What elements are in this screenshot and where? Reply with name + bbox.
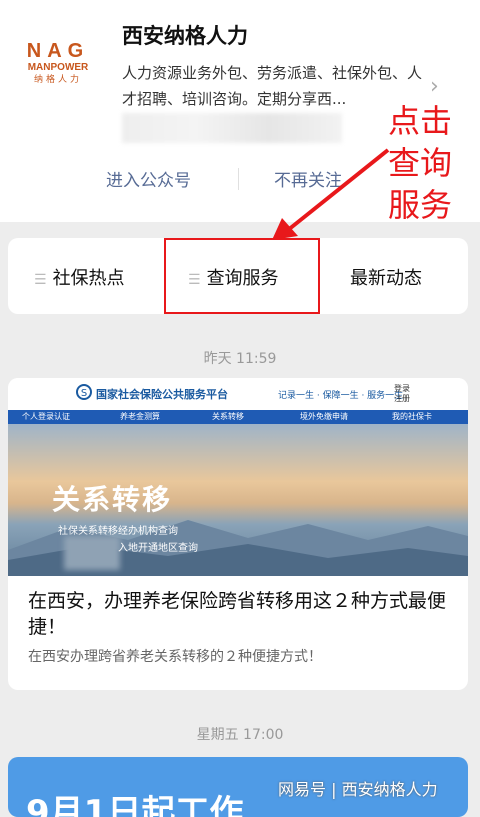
logo-letters: NAG [26, 40, 90, 62]
divider [238, 168, 239, 190]
cover-nav-item: 我的社保卡 [392, 412, 432, 421]
menu-item-label: 最新动态 [350, 268, 422, 289]
cover-nav-item: 境外免缴申请 [300, 412, 348, 421]
article-card[interactable]: S 国家社会保险公共服务平台 记录一生 · 保障一生 · 服务一生 登录 注册 … [8, 378, 468, 690]
chevron-right-icon[interactable]: › [430, 74, 439, 99]
menu-item-latest-news[interactable]: 最新动态 [350, 264, 422, 290]
unfollow-button[interactable]: 不再关注 [274, 166, 342, 191]
annotation-text: 点击查询服务 [388, 102, 453, 224]
blurred-region [64, 536, 120, 570]
logo-cn: 纳格人力 [33, 75, 82, 85]
cover-line2: 入地开通地区查询 [118, 543, 198, 554]
logo-sub: MANPOWER [27, 62, 89, 73]
highlight-box [164, 238, 320, 314]
cover-header: S 国家社会保险公共服务平台 记录一生 · 保障一生 · 服务一生 登录 注册 [8, 378, 468, 410]
article-subtitle: 在西安办理跨省养老关系转移的２种便捷方式！ [28, 649, 322, 665]
platform-logo-icon: S [76, 384, 92, 400]
account-description[interactable]: 人力资源业务外包、劳务派遣、社保外包、人才招聘、培训咨询。定期分享西... [122, 60, 422, 112]
timestamp: 昨天 11:59 [203, 351, 277, 367]
article-cover[interactable]: S 国家社会保险公共服务平台 记录一生 · 保障一生 · 服务一生 登录 注册 … [8, 378, 468, 576]
blurred-info [122, 113, 342, 143]
watermark: 网易号 | 西安纳格人力 [278, 780, 438, 799]
menu-item-hot-topics[interactable]: ☰ 社保热点 [34, 264, 125, 290]
article-title[interactable]: 在西安，办理养老保险跨省转移用这２种方式最便捷！ [28, 588, 448, 640]
menu-item-label: 社保热点 [52, 268, 125, 289]
cover-logo-text: 国家社会保险公共服务平台 [96, 388, 228, 401]
cover-title: 关系转移 [52, 483, 173, 516]
cover-nav-item: 个人登录认证 [22, 412, 70, 421]
cover-nav-item: 养老金测算 [120, 412, 160, 421]
next-article-text: 9月1日起工作 [26, 793, 244, 817]
cover-line1: 社保关系转移经办机构查询 [58, 526, 178, 537]
menu-icon: ☰ [34, 272, 47, 288]
timestamp: 星期五 17:00 [196, 727, 284, 743]
nag-logo: NAG MANPOWER 纳格人力 [22, 40, 94, 90]
enter-account-button[interactable]: 进入公众号 [106, 166, 191, 191]
cover-login: 登录 注册 [394, 384, 410, 403]
account-name[interactable]: 西安纳格人力 [122, 20, 248, 50]
svg-text:S: S [81, 388, 87, 399]
cover-slogan: 记录一生 · 保障一生 · 服务一生 [278, 391, 404, 401]
cover-nav: 个人登录认证 养老金测算 关系转移 境外免缴申请 我的社保卡 [8, 410, 468, 424]
cover-nav-item: 关系转移 [212, 412, 244, 421]
